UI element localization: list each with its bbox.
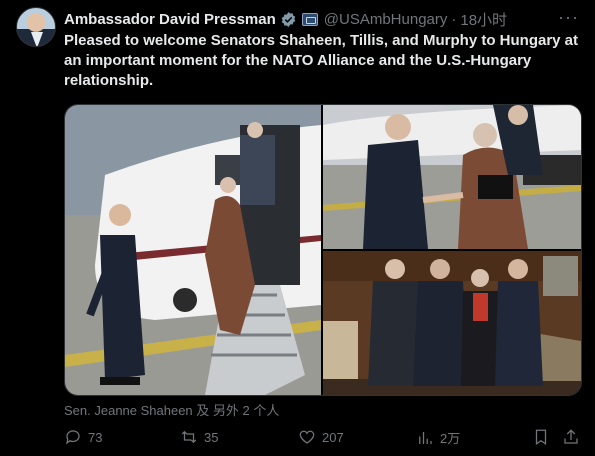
avatar[interactable]: [16, 7, 56, 47]
reply-icon: [66, 430, 80, 445]
tweet-header: Ambassador David Pressman @USAmbHungary …: [64, 7, 579, 30]
like-button[interactable]: 207: [298, 428, 344, 446]
views-count: 2万: [440, 431, 461, 446]
tagged-people-caption[interactable]: Sen. Jeanne Shaheen 及 另外 2 个人: [64, 400, 279, 419]
retweet-icon: [181, 430, 197, 444]
like-count: 207: [322, 429, 344, 445]
bookmark-button[interactable]: [532, 428, 550, 446]
bookmark-icon: [535, 429, 547, 445]
reply-button[interactable]: 73: [64, 428, 102, 446]
verified-badge-icon[interactable]: [280, 11, 297, 28]
more-options-icon[interactable]: ···: [558, 7, 579, 28]
action-bar: 73 35 207 2万: [64, 428, 584, 448]
media-grid: [64, 104, 582, 396]
reply-count: 73: [88, 429, 103, 445]
handshake-photo[interactable]: [323, 105, 581, 249]
author-handle[interactable]: @USAmbHungary: [324, 11, 448, 28]
heart-icon: [299, 430, 315, 444]
retweet-button[interactable]: 35: [180, 428, 218, 446]
separator-dot: ·: [451, 10, 457, 28]
share-button[interactable]: [562, 428, 580, 446]
group-photo[interactable]: [323, 251, 581, 395]
display-name[interactable]: Ambassador David Pressman: [64, 11, 276, 28]
retweet-count: 35: [204, 429, 219, 445]
views-button[interactable]: 2万: [416, 428, 460, 447]
views-chart-icon: [419, 431, 432, 444]
timestamp[interactable]: 18小时: [460, 9, 507, 30]
airplane-arrival-photo[interactable]: [65, 105, 321, 395]
government-affiliation-icon[interactable]: [301, 12, 318, 26]
share-icon: [564, 429, 578, 444]
tweet-text: Pleased to welcome Senators Shaheen, Til…: [64, 32, 579, 89]
